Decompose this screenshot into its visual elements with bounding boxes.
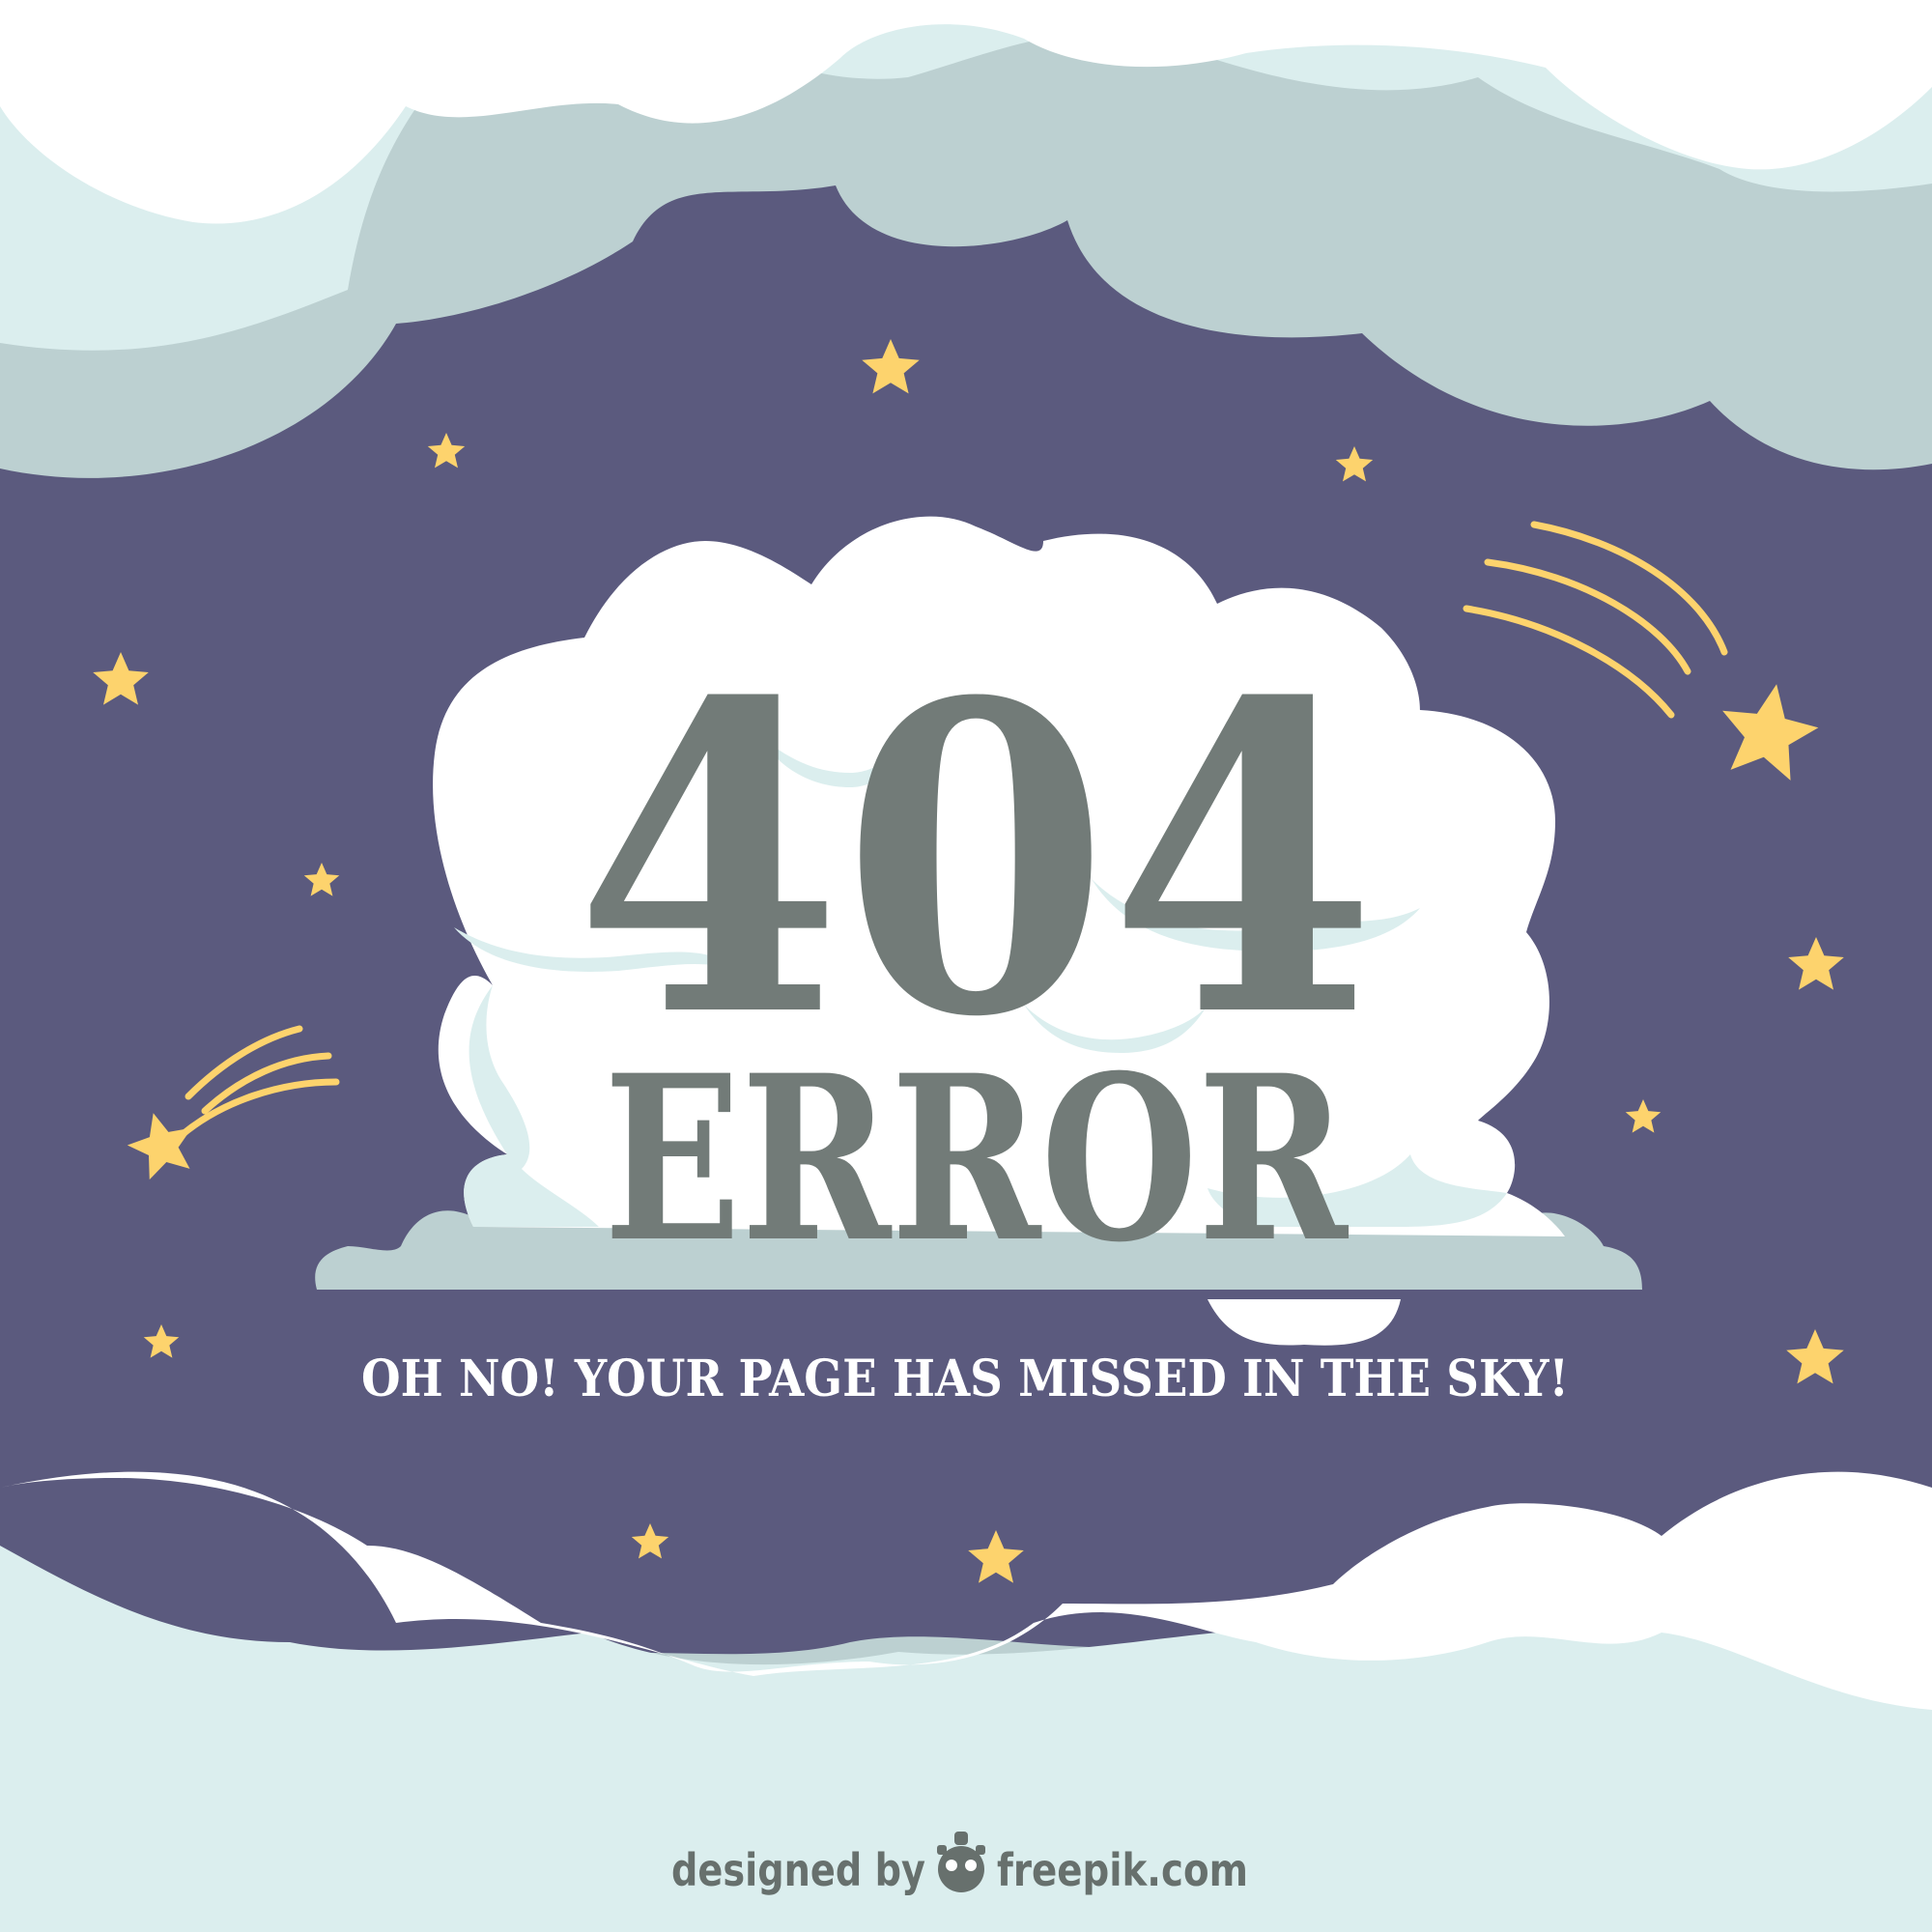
- error-word: ERROR: [604, 1026, 1349, 1293]
- credit-prefix: designed by: [671, 1844, 925, 1896]
- scene-svg: 404 ERROR OH NO! YOUR PAGE HAS MISSED IN…: [0, 0, 1932, 1932]
- error-page-scene: 404 ERROR OH NO! YOUR PAGE HAS MISSED IN…: [0, 0, 1932, 1932]
- error-message: OH NO! YOUR PAGE HAS MISSED IN THE SKY!: [361, 1350, 1569, 1408]
- credit-site: freepik.com: [997, 1844, 1248, 1896]
